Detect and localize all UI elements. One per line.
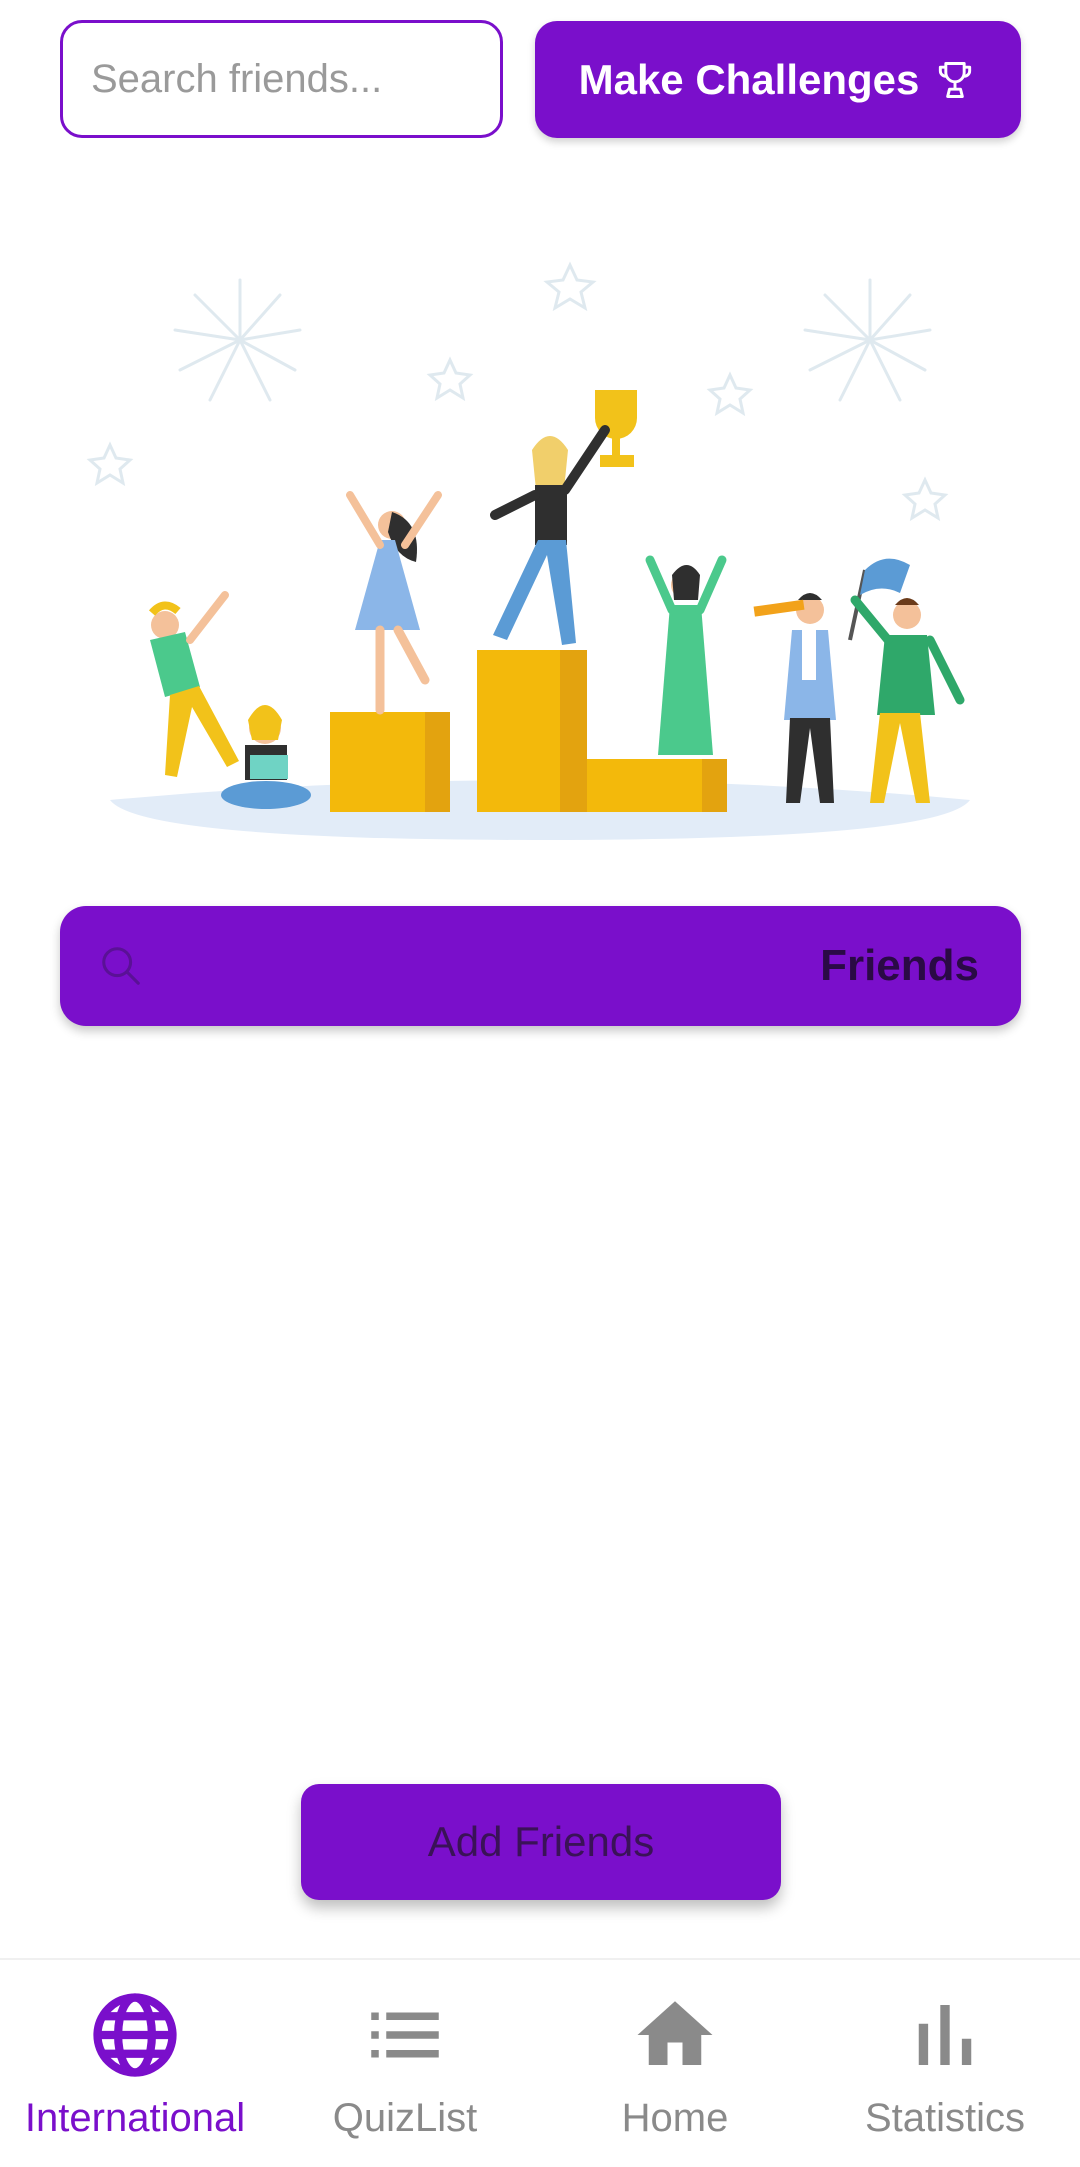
bottom-navigation: International QuizList Home Statistics — [0, 1958, 1080, 2167]
nav-item-quizlist[interactable]: QuizList — [270, 1960, 540, 2167]
friends-header-bar: Friends — [60, 906, 1021, 1026]
jumping-man-figure — [148, 591, 239, 777]
trophy-icon — [939, 61, 972, 98]
search-icon[interactable] — [98, 943, 144, 989]
telescope-man-figure — [753, 593, 836, 803]
nav-label-quizlist: QuizList — [332, 2096, 478, 2140]
add-friends-button[interactable]: Add Friends — [301, 1784, 781, 1900]
friends-title: Friends — [820, 941, 979, 990]
podium-celebration-illustration — [86, 261, 970, 840]
make-challenges-button[interactable]: Make Challenges — [535, 21, 1021, 138]
fireworks-right — [803, 278, 932, 402]
friends-screen: Make Challenges — [0, 0, 1080, 2167]
nav-label-statistics: Statistics — [864, 2096, 1026, 2140]
nav-label-home: Home — [621, 2096, 729, 2140]
flag-man-figure — [848, 558, 965, 803]
make-challenges-label: Make Challenges — [578, 55, 920, 103]
bar-chart-icon — [918, 2005, 972, 2065]
nav-item-home[interactable]: Home — [540, 1960, 810, 2167]
nav-item-statistics[interactable]: Statistics — [810, 1960, 1080, 2167]
home-icon — [637, 2001, 713, 2065]
search-friends-input[interactable] — [60, 20, 503, 138]
list-icon — [371, 2012, 439, 2058]
winner-figure — [490, 425, 610, 645]
third-place-figure — [645, 555, 727, 755]
globe-icon — [93, 1993, 177, 2077]
nav-label-international: International — [24, 2096, 246, 2140]
nav-item-international[interactable]: International — [0, 1960, 270, 2167]
decorative-stars — [86, 261, 949, 522]
fireworks-left — [173, 278, 302, 402]
second-place-figure — [346, 491, 442, 715]
